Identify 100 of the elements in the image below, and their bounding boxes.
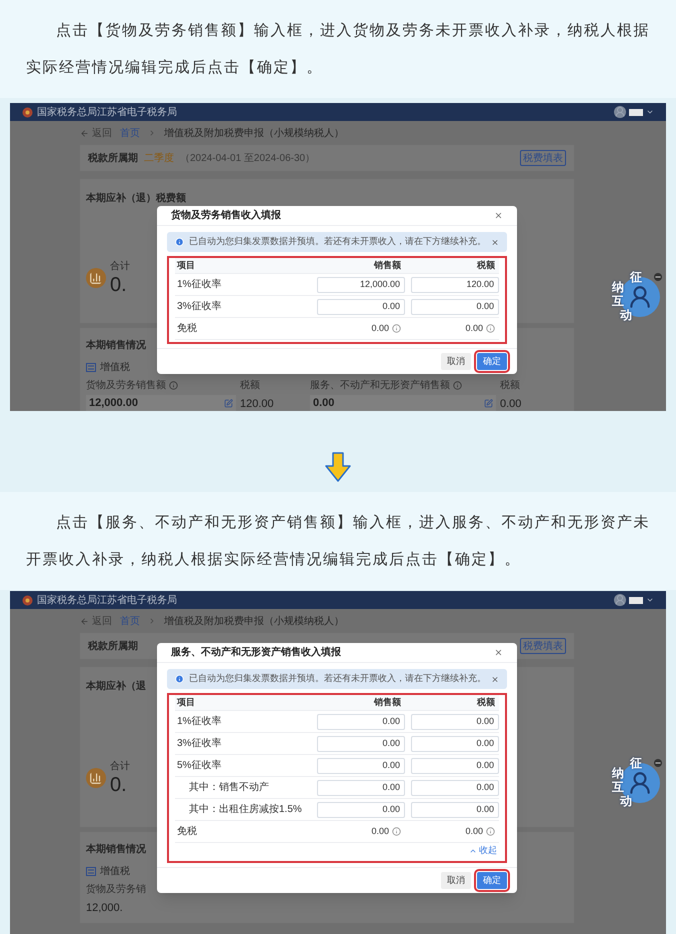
total-value: 0. bbox=[110, 774, 128, 796]
amount-input[interactable]: 0.00 bbox=[411, 714, 499, 730]
amount-value: 0.00 bbox=[371, 322, 389, 335]
notice-text: 已自动为您归集发票数据并预填。若还有未开票收入，请在下方继续补充。 bbox=[188, 235, 486, 248]
amount-input[interactable]: 0.00 bbox=[317, 736, 405, 752]
period-label: 税款所属期 bbox=[88, 640, 138, 654]
close-icon[interactable] bbox=[494, 211, 503, 220]
amount-input[interactable]: 0.00 bbox=[317, 780, 405, 796]
tab-icon bbox=[86, 866, 96, 876]
period-value: 二季度 bbox=[144, 152, 174, 166]
row-label: 1%征收率 bbox=[176, 278, 222, 292]
info-icon[interactable] bbox=[392, 324, 401, 333]
emblem-icon bbox=[22, 106, 33, 118]
caret-icon[interactable] bbox=[646, 108, 654, 116]
total-value: 0. bbox=[110, 274, 128, 296]
field-value: 120.00 bbox=[240, 396, 275, 412]
field-label: 税额 bbox=[240, 378, 260, 393]
amount-input[interactable]: 0.00 bbox=[317, 758, 405, 774]
column-header: 项目 bbox=[176, 258, 196, 272]
emblem-icon bbox=[22, 594, 33, 606]
info-icon[interactable] bbox=[453, 381, 462, 390]
row-label: 其中：出租住房减按1.5% bbox=[188, 802, 303, 818]
instruction-text: 点击【服务、不动产和无形资产销售额】输入框，进入服务、不动产和无形资产未开票收入补录，纳税人根据实际经营情况编辑完成后点击【确定】。 bbox=[26, 513, 650, 570]
breadcrumb-link[interactable]: 增值税及附加税费申报（小规模纳税人） bbox=[164, 614, 344, 629]
tab-icon bbox=[86, 362, 96, 372]
minimize-icon[interactable] bbox=[654, 273, 662, 281]
amount-input[interactable]: 12,000.00 bbox=[86, 395, 236, 412]
field-label: 税额 bbox=[500, 378, 520, 393]
amount-input[interactable]: 0.00 bbox=[411, 802, 499, 818]
badge-character: 纳 bbox=[612, 767, 624, 780]
info-icon[interactable] bbox=[392, 827, 401, 836]
arrow-left-icon bbox=[80, 128, 89, 138]
amount-input[interactable]: 0.00 bbox=[411, 298, 499, 314]
notice-text: 已自动为您归集发票数据并预填。若还有未开票收入，请在下方继续补充。 bbox=[188, 672, 486, 686]
name-block-icon bbox=[629, 108, 643, 116]
cancel-button[interactable]: 取消 bbox=[441, 353, 471, 370]
info-icon bbox=[175, 674, 184, 684]
amount-input[interactable]: 0.00 bbox=[317, 802, 405, 818]
amount-input[interactable]: 12,000.00 bbox=[317, 276, 405, 292]
row-label: 3%征收率 bbox=[176, 300, 222, 314]
section-heading: 本期销售情况 bbox=[86, 844, 146, 856]
tax-tab[interactable]: 增值税 bbox=[100, 360, 130, 374]
close-icon[interactable] bbox=[490, 674, 499, 684]
amount-input[interactable]: 0.00 bbox=[310, 395, 496, 412]
section-heading: 本期应补（退）税费额 bbox=[86, 193, 186, 204]
site-title: 国家税务总局江苏省电子税务局 bbox=[37, 106, 177, 120]
column-header: 税额 bbox=[476, 696, 496, 709]
amount-input[interactable]: 0.00 bbox=[317, 298, 405, 314]
total-label: 合计 bbox=[110, 760, 130, 774]
row-label: 免税 bbox=[176, 322, 198, 336]
chart-icon bbox=[86, 268, 106, 288]
info-icon[interactable] bbox=[169, 381, 178, 390]
close-icon[interactable] bbox=[494, 648, 503, 658]
total-label: 合计 bbox=[110, 260, 130, 274]
column-header: 销售额 bbox=[372, 696, 402, 709]
amount-input[interactable]: 120.00 bbox=[411, 276, 499, 292]
breadcrumb-link[interactable]: 增值税及附加税费申报（小规模纳税人） bbox=[164, 126, 344, 140]
badge-character: 动 bbox=[620, 795, 632, 808]
column-header: 项目 bbox=[176, 696, 196, 709]
info-icon bbox=[175, 237, 184, 247]
avatar-icon[interactable] bbox=[614, 106, 626, 118]
amount-input[interactable]: 0.00 bbox=[411, 780, 499, 796]
close-icon[interactable] bbox=[490, 238, 499, 246]
amount-input[interactable]: 0.00 bbox=[411, 758, 499, 774]
instruction-text: 点击【货物及劳务销售额】输入框，进入货物及劳务未开票收入补录，纳税人根据实际经营情况编辑完成后点击【确定】。 bbox=[26, 21, 650, 78]
amount-input[interactable]: 0.00 bbox=[317, 714, 405, 730]
amount-value: 0.00 bbox=[465, 322, 483, 335]
badge-character: 纳 bbox=[612, 281, 624, 293]
field-label: 货物及劳务销 bbox=[86, 882, 146, 898]
field-value: 12,000. bbox=[86, 900, 124, 916]
column-header: 税额 bbox=[476, 258, 496, 272]
field-label: 货物及劳务销售额 bbox=[86, 378, 166, 393]
row-label: 3%征收率 bbox=[176, 736, 222, 752]
avatar-icon[interactable] bbox=[614, 594, 626, 606]
down-arrow-icon bbox=[325, 452, 351, 482]
field-value: 0.00 bbox=[500, 396, 522, 412]
amount-input[interactable]: 0.00 bbox=[411, 736, 499, 752]
section-heading: 本期应补（退 bbox=[86, 681, 146, 692]
row-label: 1%征收率 bbox=[176, 714, 222, 730]
info-icon[interactable] bbox=[486, 827, 495, 836]
collapse-link[interactable]: 收起 bbox=[469, 844, 497, 858]
row-label: 其中：销售不动产 bbox=[188, 780, 270, 796]
cancel-button[interactable]: 取消 bbox=[441, 872, 471, 890]
row-label: 免税 bbox=[176, 824, 198, 840]
confirm-button[interactable]: 确定 bbox=[477, 353, 507, 370]
period-label: 税款所属期 bbox=[88, 152, 138, 166]
minimize-icon[interactable] bbox=[654, 759, 662, 768]
separator-icon bbox=[148, 617, 156, 626]
amount-value: 0.00 bbox=[465, 824, 483, 838]
separator-icon bbox=[148, 129, 156, 137]
tax-tab[interactable]: 增值税 bbox=[100, 864, 130, 879]
row-label: 5%征收率 bbox=[176, 758, 222, 774]
site-title: 国家税务总局江苏省电子税务局 bbox=[37, 594, 177, 608]
name-block-icon bbox=[629, 596, 643, 604]
dialog-title: 货物及劳务销售收入填报 bbox=[171, 208, 281, 223]
field-label: 服务、不动产和无形资产销售额 bbox=[310, 378, 450, 393]
chart-icon bbox=[86, 768, 106, 788]
confirm-button[interactable]: 确定 bbox=[477, 872, 507, 890]
info-icon[interactable] bbox=[486, 324, 495, 333]
dialog-title: 服务、不动产和无形资产销售收入填报 bbox=[171, 646, 341, 660]
